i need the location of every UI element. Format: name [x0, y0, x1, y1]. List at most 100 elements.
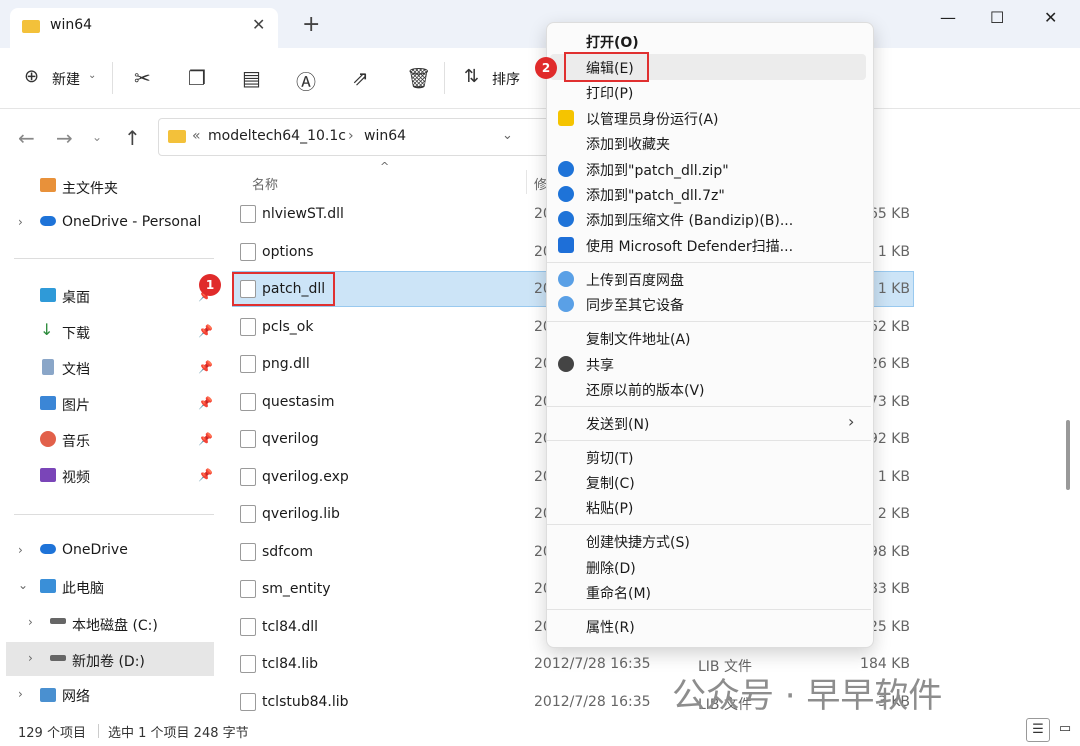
menu-item[interactable]: 创建快捷方式(S) [586, 532, 690, 552]
menu-item[interactable]: 发送到(N) [586, 414, 649, 434]
chevron-down-icon[interactable]: ⌄ [88, 70, 96, 81]
menu-separator [547, 524, 871, 525]
rename-icon[interactable]: Ⓐ [296, 66, 316, 95]
bandizip-icon [558, 211, 574, 227]
sidebar-item-network[interactable]: › 网络 [14, 678, 214, 712]
recent-chevron-icon[interactable]: ⌄ [92, 130, 102, 144]
new-button-label[interactable]: 新建 [52, 69, 80, 89]
delete-icon[interactable]: 🗑 [406, 66, 431, 90]
tiles-view-icon[interactable]: ▭ [1054, 718, 1076, 740]
folder-icon [168, 130, 186, 143]
copy-icon[interactable]: ❐ [188, 66, 206, 90]
menu-item[interactable]: 共享 [586, 355, 614, 375]
close-tab-icon[interactable]: ✕ [252, 15, 265, 34]
menu-item[interactable]: 属性(R) [586, 617, 635, 637]
menu-item[interactable]: 重命名(M) [586, 583, 651, 603]
minimize-button[interactable]: — [940, 8, 956, 27]
close-window-button[interactable]: ✕ [1044, 8, 1057, 27]
pin-icon[interactable]: 📌 [198, 396, 213, 410]
new-plus-icon[interactable]: ⊕ [24, 66, 39, 87]
breadcrumb-win64[interactable]: win64 [364, 128, 406, 144]
collapse-chevron-icon[interactable]: ⌄ [18, 578, 28, 592]
menu-item[interactable]: 添加到"patch_dll.zip" [586, 160, 729, 180]
forward-icon[interactable]: → [56, 126, 73, 150]
menu-item[interactable]: 粘贴(P) [586, 498, 633, 518]
file-name: tcl84.dll [262, 618, 319, 635]
menu-item[interactable]: 打开(O) [586, 32, 639, 52]
sidebar-item-label: 主文件夹 [62, 181, 118, 197]
file-name: qverilog.exp [262, 468, 349, 485]
up-icon[interactable]: ↑ [124, 126, 141, 150]
sort-button-label[interactable]: 排序 [492, 69, 520, 89]
expand-chevron-icon[interactable]: › [18, 687, 23, 701]
highlight-box-file [232, 272, 335, 306]
baidu-cloud-icon [558, 271, 574, 287]
new-tab-button[interactable]: + [302, 12, 320, 37]
sidebar-item-label: 桌面 [62, 290, 90, 306]
pin-icon[interactable]: 📌 [198, 360, 213, 374]
file-name: sm_entity [262, 581, 331, 597]
breadcrumb-separator: › [348, 128, 354, 144]
menu-item[interactable]: 打印(P) [586, 83, 633, 103]
pin-icon[interactable]: 📌 [198, 432, 213, 446]
sidebar-item-label: 图片 [62, 398, 90, 414]
pin-icon[interactable]: 📌 [198, 324, 213, 338]
file-icon [240, 542, 256, 561]
sort-icon[interactable]: ⇅ [464, 66, 479, 87]
file-name: pcls_ok [262, 318, 314, 335]
breadcrumb-overflow[interactable]: « [192, 128, 201, 144]
toolbar-divider [444, 62, 445, 94]
expand-chevron-icon[interactable]: › [28, 615, 33, 629]
file-icon [240, 505, 256, 523]
menu-separator [547, 406, 871, 407]
sidebar-item-onedrive[interactable]: › OneDrive [14, 534, 214, 568]
column-header-name[interactable]: 名称 [252, 174, 278, 193]
vertical-scrollbar[interactable] [1066, 420, 1070, 490]
share-icon[interactable]: ⇗ [352, 66, 369, 90]
sidebar-item-desktop[interactable]: 桌面 📌 [14, 278, 214, 312]
paste-icon[interactable]: ▤ [242, 66, 261, 90]
menu-item[interactable]: 同步至其它设备 [586, 295, 684, 315]
sidebar-item-label: OneDrive [62, 542, 128, 558]
menu-item[interactable]: 添加到压缩文件 (Bandizip)(B)... [586, 210, 793, 230]
menu-item[interactable]: 使用 Microsoft Defender扫描... [586, 236, 793, 256]
sidebar-item-videos[interactable]: 视频 📌 [14, 458, 214, 492]
menu-item[interactable]: 复制文件地址(A) [586, 329, 691, 349]
cut-icon[interactable]: ✂ [134, 66, 151, 90]
expand-chevron-icon[interactable]: › [18, 215, 23, 229]
sidebar-item-pictures[interactable]: 图片 📌 [14, 386, 214, 420]
share-icon [558, 356, 574, 372]
sidebar-divider [14, 258, 214, 259]
sidebar-item-this-pc[interactable]: ⌄ 此电脑 [14, 570, 214, 604]
file-name: tcl84.lib [262, 656, 319, 672]
expand-chevron-icon[interactable]: › [18, 543, 23, 557]
sidebar-item-music[interactable]: 音乐 📌 [14, 422, 214, 456]
file-icon [240, 467, 256, 486]
file-icon [240, 242, 256, 261]
file-icon [240, 617, 256, 636]
menu-item[interactable]: 还原以前的版本(V) [586, 380, 705, 400]
sidebar-item-downloads[interactable]: ↓ 下载 📌 [14, 314, 214, 348]
menu-item[interactable]: 删除(D) [586, 558, 636, 578]
back-icon[interactable]: ← [18, 126, 35, 150]
sidebar-item-documents[interactable]: 文档 📌 [14, 350, 214, 384]
sidebar-item-home[interactable]: 主文件夹 [14, 170, 214, 204]
menu-item[interactable]: 复制(C) [586, 473, 635, 493]
details-view-icon[interactable]: ☰ [1026, 718, 1050, 742]
menu-item[interactable]: 以管理员身份运行(A) [586, 109, 719, 129]
maximize-button[interactable]: ☐ [990, 8, 1004, 27]
file-name: options [262, 243, 314, 260]
sidebar-item-drive-c[interactable]: › 本地磁盘 (C:) [14, 606, 214, 640]
pin-icon[interactable]: 📌 [198, 468, 213, 482]
menu-item[interactable]: 剪切(T) [586, 448, 633, 468]
menu-item[interactable]: 上传到百度网盘 [586, 270, 684, 290]
address-dropdown-icon[interactable]: ⌄ [502, 128, 513, 143]
breadcrumb-modeltech[interactable]: modeltech64_10.1c [208, 128, 346, 144]
menu-separator [547, 440, 871, 441]
menu-item[interactable]: 添加到"patch_dll.7z" [586, 185, 725, 205]
expand-chevron-icon[interactable]: › [28, 651, 33, 665]
sidebar-item-drive-d[interactable]: › 新加卷 (D:) [6, 642, 214, 676]
menu-separator [547, 262, 871, 263]
menu-item[interactable]: 添加到收藏夹 [586, 134, 670, 154]
sidebar-item-onedrive-personal[interactable]: › OneDrive - Personal [14, 206, 214, 240]
